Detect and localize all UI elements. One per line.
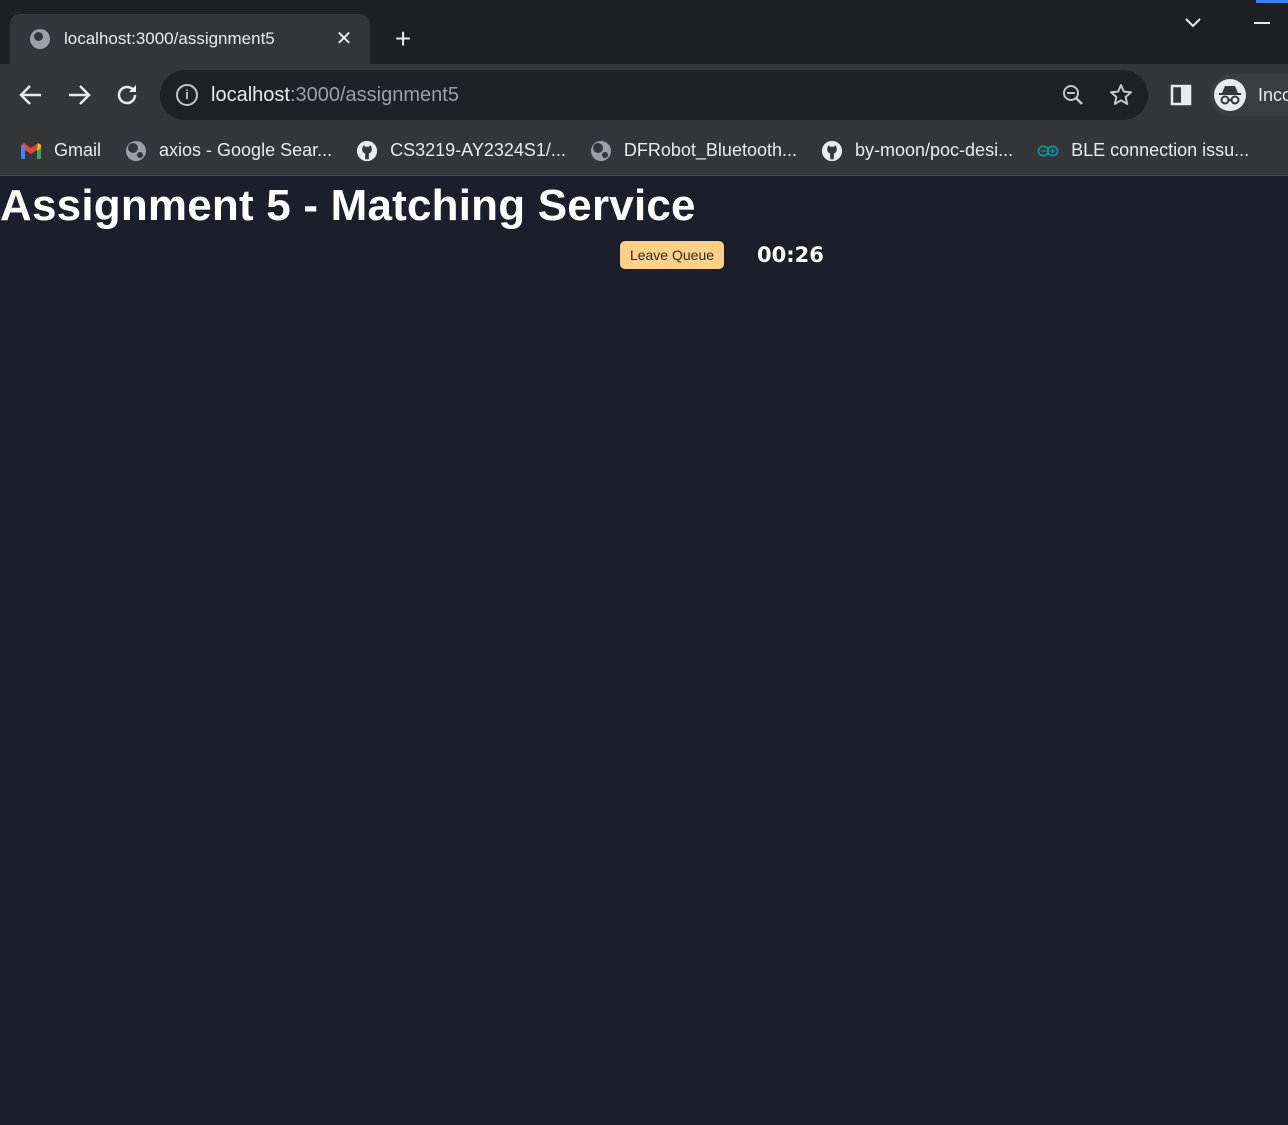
star-icon[interactable] <box>1108 82 1134 108</box>
gmail-icon <box>20 140 42 162</box>
chevron-down-icon[interactable] <box>1182 12 1204 34</box>
bookmarks-bar: Gmail axios - Google Sear... CS3219-AY23… <box>0 126 1288 176</box>
queue-timer: 00:26 <box>757 243 824 267</box>
page-title: Assignment 5 - Matching Service <box>0 181 696 230</box>
profile-label: Inco <box>1258 84 1288 105</box>
leave-queue-button[interactable]: Leave Queue <box>620 241 724 269</box>
bookmark-label: axios - Google Sear... <box>159 140 333 160</box>
globe-icon <box>30 29 50 49</box>
tab-title: localhost:3000/assignment5 <box>64 29 275 48</box>
bookmark-cs3219[interactable]: CS3219-AY2324S1/... <box>356 140 566 162</box>
url-host: localhost <box>211 84 290 106</box>
tab-strip: localhost:3000/assignment5 ✕ + <box>0 0 1288 64</box>
close-tab-button[interactable]: ✕ <box>332 27 356 51</box>
new-tab-button[interactable]: + <box>388 24 418 54</box>
bookmark-by-moon[interactable]: by-moon/poc-desi... <box>821 140 1013 162</box>
forward-button[interactable] <box>64 80 94 110</box>
github-icon <box>356 140 378 162</box>
bookmark-dfrobot[interactable]: DFRobot_Bluetooth... <box>590 140 797 162</box>
bookmark-label: BLE connection issu... <box>1071 140 1250 160</box>
bookmark-label: Gmail <box>54 140 102 160</box>
reload-button[interactable] <box>112 80 142 110</box>
bookmark-label: CS3219-AY2324S1/... <box>390 140 566 160</box>
arduino-icon <box>1037 140 1059 162</box>
reload-icon <box>117 85 137 105</box>
bookmark-gmail[interactable]: Gmail <box>20 140 101 162</box>
browser-toolbar: i localhost:3000/assignment5 Inco <box>0 64 1288 126</box>
minimize-button[interactable] <box>1254 22 1270 24</box>
bookmark-axios[interactable]: axios - Google Sear... <box>125 140 332 162</box>
site-info-icon[interactable]: i <box>176 84 198 106</box>
browser-tab[interactable]: localhost:3000/assignment5 ✕ <box>10 14 370 64</box>
bookmark-ble[interactable]: BLE connection issu... <box>1037 140 1249 162</box>
globe-icon <box>590 140 612 162</box>
page-content: Assignment 5 - Matching Service Leave Qu… <box>0 177 1288 1125</box>
globe-icon <box>125 140 147 162</box>
window-accent <box>1256 0 1288 3</box>
url-text[interactable]: localhost:3000/assignment5 <box>211 84 459 107</box>
bookmark-label: DFRobot_Bluetooth... <box>623 140 797 160</box>
back-button[interactable] <box>16 80 46 110</box>
side-panel-icon[interactable] <box>1170 84 1192 106</box>
url-path: :3000/assignment5 <box>289 84 459 106</box>
arrow-left-icon <box>19 85 41 105</box>
bookmark-label: by-moon/poc-desi... <box>855 140 1014 160</box>
incognito-profile-button[interactable]: Inco <box>1210 74 1288 116</box>
address-bar[interactable]: i localhost:3000/assignment5 <box>160 70 1148 120</box>
arrow-right-icon <box>69 85 91 105</box>
zoom-icon[interactable] <box>1060 82 1086 108</box>
incognito-icon <box>1214 79 1246 111</box>
github-icon <box>821 140 843 162</box>
